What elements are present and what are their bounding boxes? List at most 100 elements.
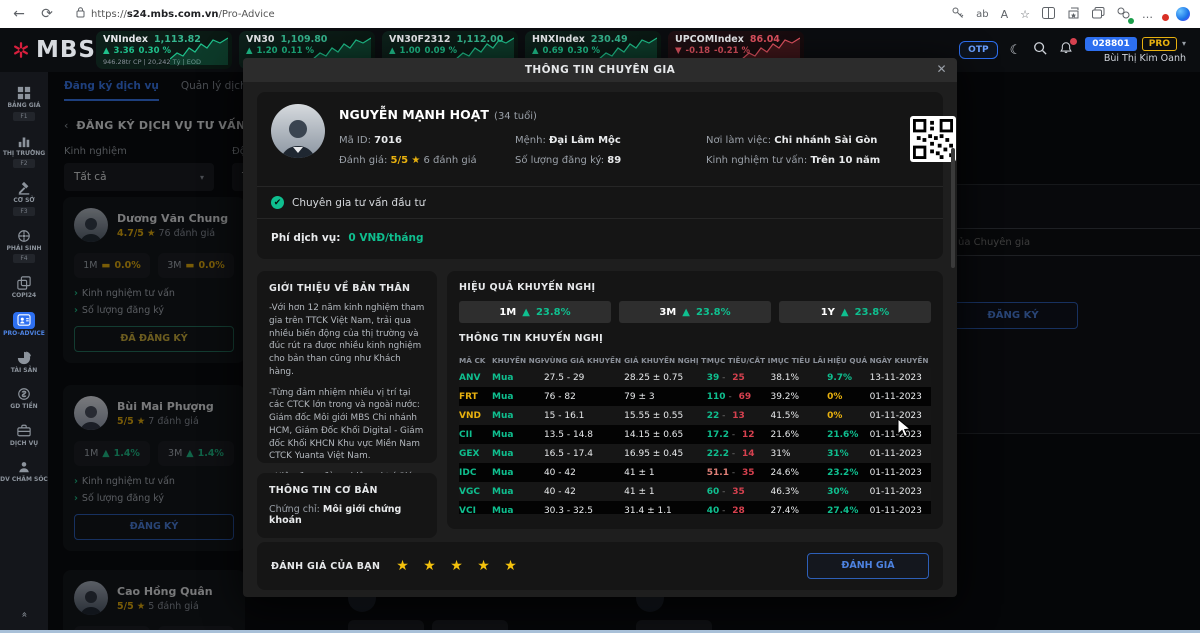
sidebar-item-cham-soc[interactable]: DV CHĂM SÓC xyxy=(0,454,48,489)
table-row[interactable]: VND Mua 15 - 16.1 15.55 ± 0.55 22 - 13 4… xyxy=(459,406,931,425)
money-transfer-icon xyxy=(14,386,34,402)
refresh-icon[interactable]: ⟳ xyxy=(38,6,56,22)
chevron-down-icon: ▾ xyxy=(1182,39,1186,48)
back-icon[interactable]: ← xyxy=(10,6,28,22)
table-row[interactable]: FRT Mua 76 - 82 79 ± 3 110 - 69 39.2% 0%… xyxy=(459,387,931,406)
mouse-cursor xyxy=(897,418,912,443)
account-menu[interactable]: 028801 PRO ▾ Bùi Thị Kim Oanh xyxy=(1085,37,1186,64)
recommendation-panel: HIỆU QUẢ KHUYẾN NGHỊ 1M ▲ 23.8% 3M xyxy=(447,271,943,529)
browser-toolbar: ← ⟳ https://s24.mbs.com.vn/Pro-Advice ab… xyxy=(0,0,1200,28)
collections-icon[interactable] xyxy=(1067,7,1080,22)
customer-care-icon xyxy=(14,459,34,475)
sparkline-chart xyxy=(170,35,228,65)
fee-label: Phí dịch vụ: xyxy=(271,232,340,244)
modal-title-bar: THÔNG TIN CHUYÊN GIA ✕ xyxy=(243,58,957,82)
table-header-row: MÃ CK KHUYẾN NGHỊ VÙNG GIÁ KHUYẾN NGHỊ G… xyxy=(459,352,931,368)
field-menh: Mệnh: Đại Lâm Mộc xyxy=(515,135,680,146)
split-screen-icon[interactable] xyxy=(1042,7,1055,22)
notification-badge xyxy=(1070,38,1077,45)
table-row[interactable]: GEX Mua 16.5 - 17.4 16.95 ± 0.45 22.2 - … xyxy=(459,444,931,463)
account-id-badge: 028801 xyxy=(1085,37,1137,51)
sidebar-item-thi-truong[interactable]: THỊ TRƯỜNG F2 xyxy=(0,128,48,174)
expert-age: (34 tuổi) xyxy=(494,111,537,122)
app-window: ← ⟳ https://s24.mbs.com.vn/Pro-Advice ab… xyxy=(0,0,1200,633)
qr-code xyxy=(910,116,956,162)
rating-bar: ĐÁNH GIÁ CỦA BẠN ★ ★ ★ ★ ★ ĐÁNH GIÁ xyxy=(257,542,943,590)
browser-essentials-icon[interactable] xyxy=(1117,7,1130,22)
services-briefcase-icon xyxy=(14,423,34,439)
about-paragraph: -Với hơn 12 năm kinh nghiệm tham gia trê… xyxy=(269,302,425,379)
copy-trade-icon xyxy=(14,275,34,291)
translate-icon[interactable]: ab xyxy=(976,9,988,20)
sidebar-item-gd-tien[interactable]: GD TIỀN xyxy=(0,381,48,416)
account-name: Bùi Thị Kim Oanh xyxy=(1104,53,1186,64)
sidebar-item-pro-advice[interactable]: PRO-ADVICE xyxy=(0,307,48,343)
address-bar[interactable]: https://s24.mbs.com.vn/Pro-Advice xyxy=(66,4,826,24)
field-subscribers: Số lượng đăng ký: 89 xyxy=(515,155,680,166)
assets-pie-icon xyxy=(14,350,34,366)
check-icon: ✔ xyxy=(271,196,284,209)
about-paragraph: -Từng đảm nhiệm nhiều vị trí tại các CTC… xyxy=(269,387,425,464)
certificate-line: Chứng chỉ: Môi giới chứng khoán xyxy=(269,504,425,526)
search-icon[interactable] xyxy=(1033,41,1047,59)
favorite-icon[interactable]: ☆ xyxy=(1020,8,1030,21)
performance-pill[interactable]: 3M ▲ 23.8% xyxy=(619,301,771,323)
sidebar-item-tai-san[interactable]: TÀI SẢN xyxy=(0,345,48,380)
field-id: Mã ID: 7016 xyxy=(339,135,489,146)
about-panel: GIỚI THIỆU VỀ BẢN THÂN -Với hơn 12 năm k… xyxy=(257,271,437,463)
otp-button[interactable]: OTP xyxy=(959,41,997,59)
table-row[interactable]: VCI Mua 30.3 - 32.5 31.4 ± 1.1 40 - 28 2… xyxy=(459,501,931,514)
performance-pill[interactable]: 1M ▲ 23.8% xyxy=(459,301,611,323)
rating-stars[interactable]: ★ ★ ★ ★ ★ xyxy=(396,558,522,574)
modal-title: THÔNG TIN CHUYÊN GIA xyxy=(525,64,675,76)
lock-icon xyxy=(76,7,85,21)
table-row[interactable]: CII Mua 13.5 - 14.8 14.15 ± 0.65 17.2 - … xyxy=(459,425,931,444)
verified-row: ✔ Chuyên gia tư vấn đầu tư xyxy=(257,186,943,218)
fee-value: 0 VNĐ/tháng xyxy=(348,232,423,244)
table-body: ANV Mua 27.5 - 29 28.25 ± 0.75 39 - 25 3… xyxy=(459,368,931,514)
table-row[interactable]: IDC Mua 40 - 42 41 ± 1 51.1 - 35 24.6% 2… xyxy=(459,463,931,482)
dark-mode-icon[interactable]: ☾ xyxy=(1010,43,1022,58)
password-icon[interactable] xyxy=(951,6,964,22)
field-workplace: Nơi làm việc: Chi nhánh Sài Gòn xyxy=(706,135,896,146)
advisor-badge-icon xyxy=(13,312,35,329)
about-title: GIỚI THIỆU VỀ BẢN THÂN xyxy=(269,283,425,294)
table-row[interactable]: ANV Mua 27.5 - 29 28.25 ± 0.75 39 - 25 3… xyxy=(459,368,931,387)
basic-info-title: THÔNG TIN CƠ BẢN xyxy=(269,485,425,496)
sidebar-item-phai-sinh[interactable]: PHÁI SINH F4 xyxy=(0,223,48,269)
sidebar-item-bang-gia[interactable]: BẢNG GIÁ F1 xyxy=(0,80,48,126)
pro-badge: PRO xyxy=(1142,37,1177,51)
modal-scrollbar[interactable] xyxy=(951,148,955,268)
ticker-card[interactable]: VNIndex1,113.82 ▲3.360.30 % 946.28tr CP … xyxy=(96,31,232,69)
url-text: https://s24.mbs.com.vn/Pro-Advice xyxy=(91,9,275,20)
market-chart-icon xyxy=(14,133,34,149)
copilot-icon[interactable] xyxy=(1176,7,1190,21)
basic-info-panel: THÔNG TIN CƠ BẢN Chứng chỉ: Môi giới chứ… xyxy=(257,473,437,538)
sidebar-item-copi24[interactable]: COPI24 xyxy=(0,270,48,305)
field-experience: Kinh nghiệm tư vấn: Trên 10 năm xyxy=(706,155,896,166)
table-row[interactable]: VGC Mua 40 - 42 41 ± 1 60 - 35 46.3% 30%… xyxy=(459,482,931,501)
performance-title: HIỆU QUẢ KHUYẾN NGHỊ xyxy=(459,282,931,293)
verified-label: Chuyên gia tư vấn đầu tư xyxy=(292,197,425,209)
expert-avatar xyxy=(271,104,325,158)
sidebar-item-co-so[interactable]: CƠ SỞ F3 xyxy=(0,175,48,221)
close-icon[interactable]: ✕ xyxy=(937,62,947,76)
performance-pill[interactable]: 1Y ▲ 23.8% xyxy=(779,301,931,323)
read-aloud-icon[interactable]: A xyxy=(1001,8,1009,21)
sidebar-collapse-icon[interactable]: « xyxy=(19,611,30,617)
rating-label: ĐÁNH GIÁ CỦA BẠN xyxy=(271,561,380,572)
sidebar-nav: BẢNG GIÁ F1 THỊ TRƯỜNG F2 CƠ SỞ F3 PHÁI … xyxy=(0,72,48,630)
mbs-star-icon xyxy=(12,38,30,62)
mbs-logo[interactable]: MBS xyxy=(0,37,96,63)
sidebar-item-dich-vu[interactable]: DỊCH VỤ xyxy=(0,418,48,453)
more-menu-icon[interactable]: … xyxy=(1142,8,1153,21)
expert-info-modal: THÔNG TIN CHUYÊN GIA ✕ NGUYỄN MẠNH HOẠT … xyxy=(243,58,957,597)
expert-name: NGUYỄN MẠNH HOẠT xyxy=(339,107,489,122)
tabs-icon[interactable] xyxy=(1092,7,1105,22)
recommendations-title: THÔNG TIN KHUYẾN NGHỊ xyxy=(459,333,931,344)
profile-panel: NGUYỄN MẠNH HOẠT (34 tuổi) Mã ID: 7016 Đ… xyxy=(257,92,943,259)
price-board-icon xyxy=(14,85,34,101)
fee-row: Phí dịch vụ: 0 VNĐ/tháng xyxy=(257,218,943,259)
notification-bell-icon[interactable] xyxy=(1059,41,1073,59)
rate-button[interactable]: ĐÁNH GIÁ xyxy=(807,553,929,579)
